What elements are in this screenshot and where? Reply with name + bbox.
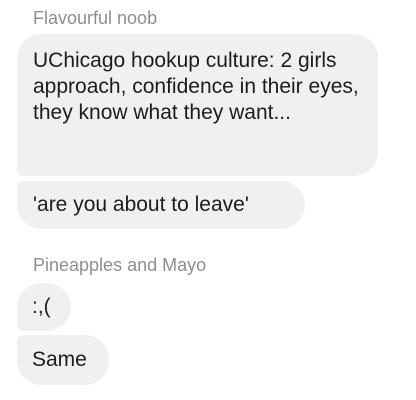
sender-name-pineapples-and-mayo[interactable]: Pineapples and Mayo — [33, 254, 206, 276]
chat-thread: Flavourful noob UChicago hookup culture:… — [0, 0, 416, 400]
message-bubble[interactable]: Same — [17, 335, 109, 385]
message-bubble[interactable]: :,( — [17, 283, 71, 331]
message-bubble[interactable]: UChicago hookup culture: 2 girls approac… — [17, 34, 378, 176]
sender-name-flavourful-noob[interactable]: Flavourful noob — [33, 7, 157, 29]
message-bubble[interactable]: 'are you about to leave' — [17, 181, 305, 229]
